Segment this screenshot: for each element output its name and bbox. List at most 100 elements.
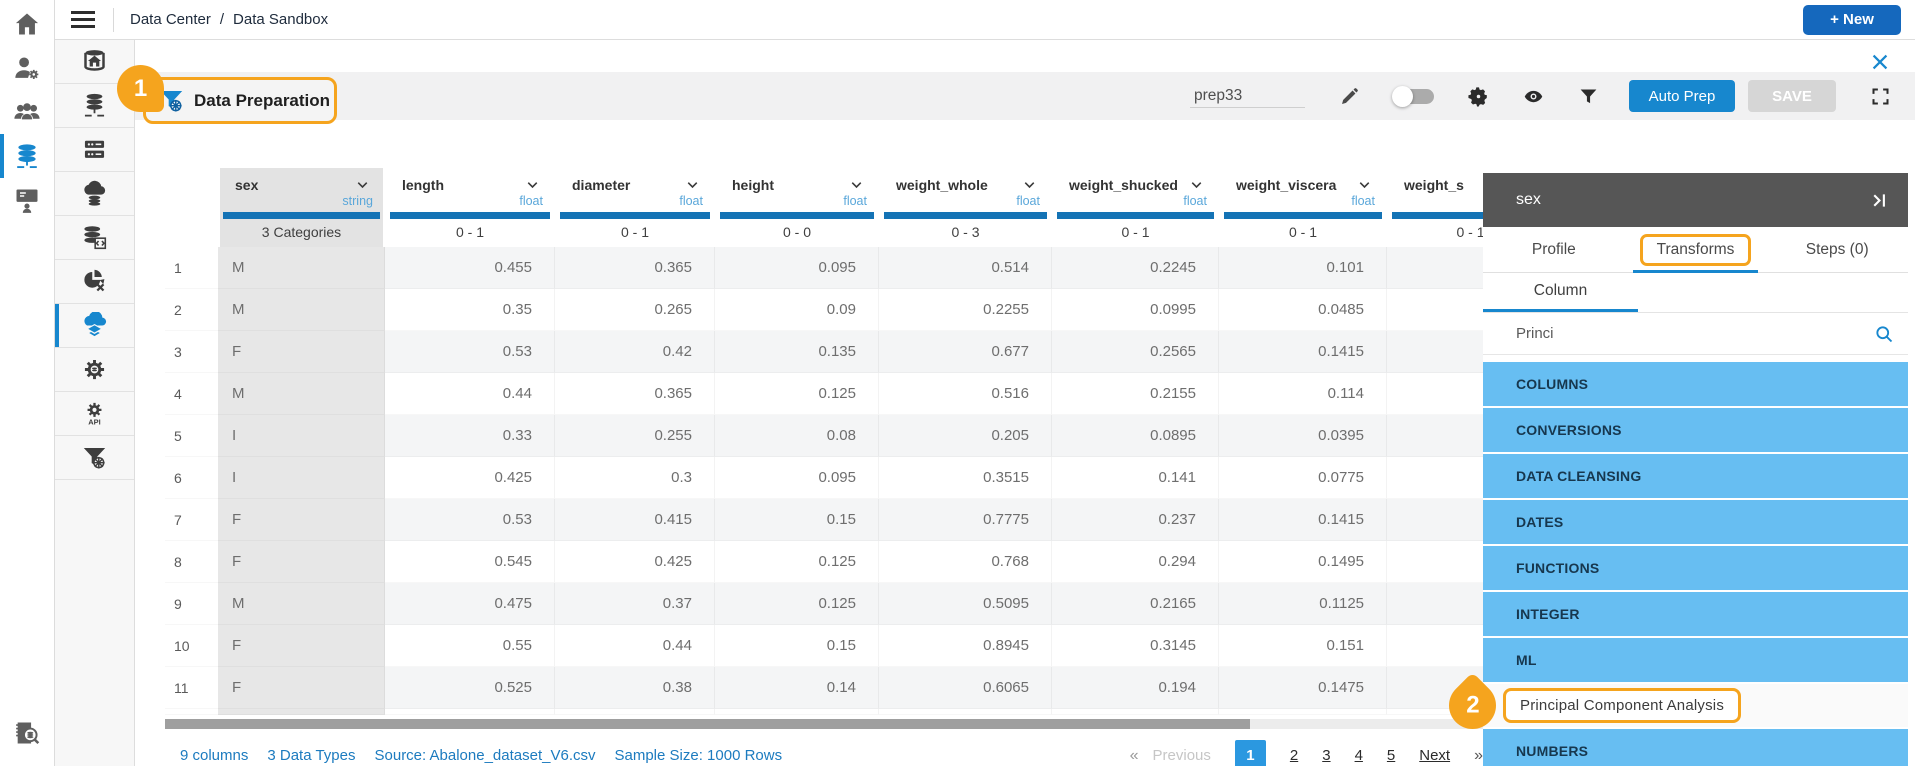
collapse-panel-icon[interactable] (1869, 190, 1890, 211)
table-cell[interactable]: 0.55 (385, 625, 555, 667)
breadcrumb-data-sandbox[interactable]: Data Sandbox (233, 11, 328, 28)
table-cell[interactable]: 0.237 (1052, 499, 1219, 541)
table-cell[interactable]: 0.455 (385, 247, 555, 289)
table-cell[interactable]: 0.42 (555, 331, 715, 373)
column-menu-chevron-icon[interactable] (1188, 176, 1205, 193)
home-icon[interactable] (0, 9, 54, 39)
table-cell[interactable]: 0.194 (1052, 667, 1219, 709)
subtab-column[interactable]: Column (1483, 273, 1638, 312)
table-cell[interactable]: M (218, 373, 385, 415)
table-cell[interactable]: 0.425 (385, 457, 555, 499)
table-cell[interactable]: 0.1125 (1219, 583, 1387, 625)
save-button[interactable]: SAVE (1748, 80, 1836, 112)
toggle-switch[interactable] (1394, 89, 1434, 104)
table-cell[interactable]: 0.425 (555, 541, 715, 583)
table-cell[interactable]: 0.1475 (1219, 667, 1387, 709)
column-header-diameter[interactable]: diameterfloat0 - 1 (555, 168, 715, 247)
table-cell[interactable]: 0.09 (715, 289, 879, 331)
table-cell[interactable]: I (218, 415, 385, 457)
table-cell[interactable]: 0.37 (555, 583, 715, 625)
table-cell[interactable]: 0.365 (555, 373, 715, 415)
api-icon[interactable]: API (55, 392, 134, 436)
table-cell[interactable]: 0.205 (879, 415, 1052, 457)
transform-category-item[interactable]: CONVERSIONS (1483, 408, 1908, 452)
column-header-sex[interactable]: sexstring3 Categories (218, 168, 385, 247)
table-cell[interactable]: 0.265 (555, 289, 715, 331)
sample-size[interactable]: Sample Size: 1000 Rows (615, 747, 783, 764)
user-settings-icon[interactable] (0, 53, 54, 83)
data-sandbox-icon[interactable] (55, 304, 134, 348)
column-menu-chevron-icon[interactable] (524, 176, 541, 193)
table-cell[interactable] (1387, 499, 1483, 541)
table-cell[interactable]: 0.08 (715, 415, 879, 457)
tab-steps[interactable]: Steps (0) (1766, 227, 1908, 272)
table-cell[interactable]: 0.141 (1052, 457, 1219, 499)
tab-profile[interactable]: Profile (1483, 227, 1625, 272)
table-cell[interactable]: 0.35 (385, 289, 555, 331)
table-cell[interactable]: 0.1495 (1219, 541, 1387, 583)
pca-highlight-box[interactable]: Principal Component Analysis (1503, 688, 1741, 723)
column-menu-chevron-icon[interactable] (848, 176, 865, 193)
filter-icon[interactable] (1578, 86, 1599, 107)
table-cell[interactable]: M (218, 289, 385, 331)
table-cell[interactable]: 0.33 (385, 415, 555, 457)
fullscreen-icon[interactable] (1870, 86, 1891, 107)
auto-prep-button[interactable]: Auto Prep (1629, 80, 1735, 112)
column-menu-chevron-icon[interactable] (354, 176, 371, 193)
table-cell[interactable]: 0.125 (715, 583, 879, 625)
table-cell[interactable]: 0.2255 (879, 289, 1052, 331)
first-page-arrow[interactable]: « (1130, 747, 1139, 765)
columns-count[interactable]: 9 columns (180, 747, 248, 764)
scrollbar-thumb[interactable] (165, 719, 1250, 729)
data-sync-icon[interactable] (55, 260, 134, 304)
next-label[interactable]: Next (1419, 747, 1450, 764)
table-cell[interactable]: 0.7775 (879, 499, 1052, 541)
data-prep-funnel-icon[interactable] (55, 436, 134, 480)
table-cell[interactable]: F (218, 541, 385, 583)
table-cell[interactable]: 0.095 (715, 247, 879, 289)
page-1[interactable]: 1 (1235, 740, 1266, 766)
data-audit-icon[interactable] (0, 718, 54, 748)
table-cell[interactable]: 0.677 (879, 331, 1052, 373)
transform-category-item[interactable]: DATA CLEANSING (1483, 454, 1908, 498)
table-cell[interactable]: M (218, 247, 385, 289)
table-cell[interactable]: 0.525 (385, 667, 555, 709)
column-header-weight_shucked[interactable]: weight_shuckedfloat0 - 1 (1052, 168, 1219, 247)
table-cell[interactable]: F (218, 625, 385, 667)
table-cell[interactable]: 0.475 (385, 583, 555, 625)
table-cell[interactable]: 0.6065 (879, 667, 1052, 709)
transform-category-item[interactable]: COLUMNS (1483, 362, 1908, 406)
transform-category-item[interactable]: INTEGER (1483, 592, 1908, 636)
column-header-weight_whole[interactable]: weight_wholefloat0 - 3 (879, 168, 1052, 247)
transform-category-item[interactable]: DATES (1483, 500, 1908, 544)
table-cell[interactable]: M (218, 583, 385, 625)
close-icon[interactable] (1869, 51, 1891, 73)
cloud-database-icon[interactable] (55, 172, 134, 216)
column-menu-chevron-icon[interactable] (1356, 176, 1373, 193)
table-cell[interactable]: 0.44 (555, 625, 715, 667)
table-cell[interactable] (1387, 625, 1483, 667)
table-cell[interactable] (1387, 457, 1483, 499)
table-cell[interactable]: 0.095 (715, 457, 879, 499)
page-2[interactable]: 2 (1290, 747, 1298, 764)
table-cell[interactable]: F (218, 667, 385, 709)
table-cell[interactable]: F (218, 331, 385, 373)
transform-category-item[interactable]: FUNCTIONS (1483, 546, 1908, 590)
table-cell[interactable]: 0.2165 (1052, 583, 1219, 625)
presentation-icon[interactable] (0, 185, 54, 215)
table-cell[interactable]: 0.14 (715, 667, 879, 709)
settings-gear-icon[interactable] (1468, 86, 1489, 107)
transform-category-item[interactable]: ML (1483, 638, 1908, 682)
servers-icon[interactable] (55, 128, 134, 172)
table-cell[interactable]: 0.545 (385, 541, 555, 583)
breadcrumb-data-center[interactable]: Data Center (130, 11, 211, 28)
table-cell[interactable]: 0.516 (879, 373, 1052, 415)
table-cell[interactable]: 0.15 (715, 499, 879, 541)
table-cell[interactable]: 0.3 (555, 457, 715, 499)
table-cell[interactable]: 0.5095 (879, 583, 1052, 625)
column-menu-chevron-icon[interactable] (1021, 176, 1038, 193)
table-cell[interactable] (1387, 541, 1483, 583)
table-cell[interactable] (1387, 583, 1483, 625)
table-cell[interactable]: 0.2565 (1052, 331, 1219, 373)
users-group-icon[interactable] (0, 97, 54, 127)
